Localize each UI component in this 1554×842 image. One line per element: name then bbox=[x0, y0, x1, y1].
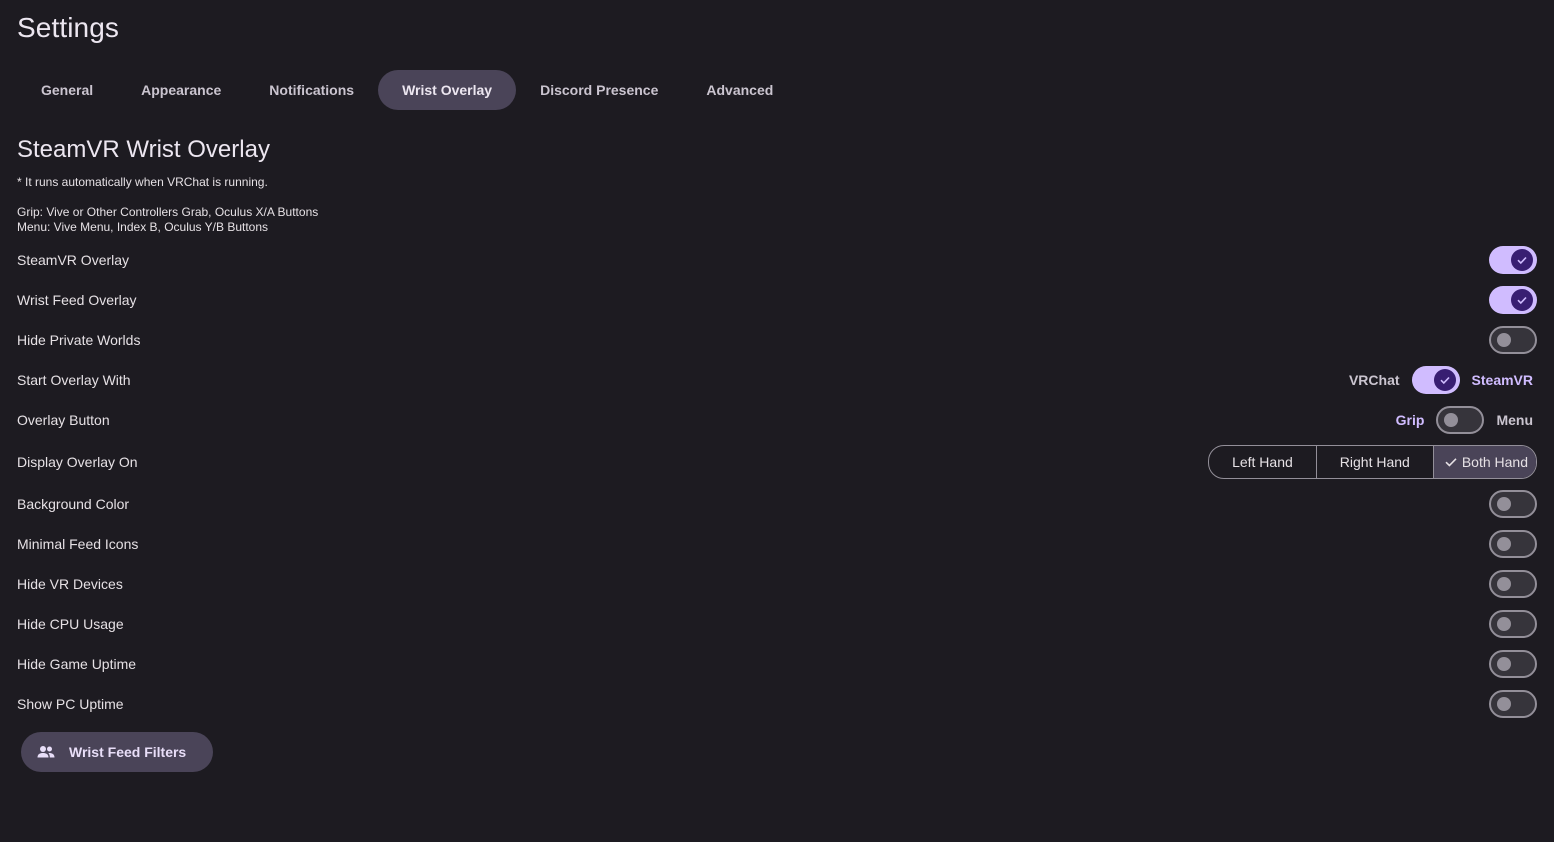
toggle-knob bbox=[1497, 617, 1511, 631]
toggle-knob bbox=[1511, 249, 1533, 271]
option-menu-label: Menu bbox=[1496, 412, 1533, 428]
setting-label: Display Overlay On bbox=[17, 454, 138, 470]
settings-tabs: General Appearance Notifications Wrist O… bbox=[17, 70, 797, 110]
background-color-toggle[interactable] bbox=[1489, 490, 1537, 518]
option-label: Left Hand bbox=[1232, 454, 1293, 470]
setting-row-hide-cpu-usage: Hide CPU Usage bbox=[17, 604, 1537, 644]
check-icon bbox=[1517, 256, 1527, 265]
hide-cpu-usage-toggle[interactable] bbox=[1489, 610, 1537, 638]
show-pc-uptime-toggle[interactable] bbox=[1489, 690, 1537, 718]
setting-label: Background Color bbox=[17, 496, 130, 512]
start-overlay-controls: VRChat SteamVR bbox=[1349, 366, 1537, 394]
setting-row-steamvr-overlay: SteamVR Overlay bbox=[17, 240, 1537, 280]
setting-row-start-overlay-with: Start Overlay With VRChat SteamVR bbox=[17, 360, 1537, 400]
tab-wrist-overlay[interactable]: Wrist Overlay bbox=[378, 70, 517, 110]
toggle-knob bbox=[1497, 333, 1511, 347]
setting-label: Show PC Uptime bbox=[17, 696, 124, 712]
toggle-knob bbox=[1511, 289, 1533, 311]
setting-label: Overlay Button bbox=[17, 412, 110, 428]
option-vrchat-label: VRChat bbox=[1348, 372, 1400, 388]
hide-private-worlds-toggle[interactable] bbox=[1489, 326, 1537, 354]
setting-label: Hide Game Uptime bbox=[17, 656, 137, 672]
tab-general[interactable]: General bbox=[17, 70, 117, 110]
settings-page: Settings General Appearance Notification… bbox=[0, 0, 1554, 842]
hide-game-uptime-toggle[interactable] bbox=[1489, 650, 1537, 678]
wrist-feed-filters-button[interactable]: Wrist Feed Filters bbox=[21, 732, 213, 772]
wrist-feed-overlay-toggle[interactable] bbox=[1489, 286, 1537, 314]
setting-row-hide-game-uptime: Hide Game Uptime bbox=[17, 644, 1537, 684]
setting-label: Hide CPU Usage bbox=[17, 616, 124, 632]
option-steamvr-label: SteamVR bbox=[1471, 372, 1533, 388]
setting-label: Hide VR Devices bbox=[17, 576, 123, 592]
setting-label: SteamVR Overlay bbox=[17, 252, 130, 268]
check-icon bbox=[1439, 376, 1450, 385]
option-label: Both Hand bbox=[1461, 454, 1528, 470]
wrist-feed-filters-label: Wrist Feed Filters bbox=[69, 744, 187, 760]
overlay-button-controls: Grip Menu bbox=[1396, 406, 1537, 434]
setting-row-show-pc-uptime: Show PC Uptime bbox=[17, 684, 1537, 724]
minimal-feed-icons-toggle[interactable] bbox=[1489, 530, 1537, 558]
both-hand-option[interactable]: Both Hand bbox=[1433, 446, 1536, 478]
menu-info: Menu: Vive Menu, Index B, Oculus Y/B But… bbox=[17, 220, 269, 234]
toggle-knob bbox=[1497, 497, 1511, 511]
overlay-button-toggle[interactable] bbox=[1436, 406, 1485, 434]
setting-row-overlay-button: Overlay Button Grip Menu bbox=[17, 400, 1537, 440]
setting-label: Minimal Feed Icons bbox=[17, 536, 139, 552]
tab-notifications[interactable]: Notifications bbox=[245, 70, 378, 110]
setting-label: Start Overlay With bbox=[17, 372, 131, 388]
people-icon bbox=[37, 746, 55, 758]
tab-appearance[interactable]: Appearance bbox=[117, 70, 245, 110]
toggle-knob bbox=[1497, 537, 1511, 551]
option-grip-label: Grip bbox=[1395, 412, 1425, 428]
setting-label: Hide Private Worlds bbox=[17, 332, 141, 348]
setting-row-hide-vr-devices: Hide VR Devices bbox=[17, 564, 1537, 604]
setting-row-minimal-feed-icons: Minimal Feed Icons bbox=[17, 524, 1537, 564]
check-icon bbox=[1445, 458, 1457, 467]
hide-vr-devices-toggle[interactable] bbox=[1489, 570, 1537, 598]
toggle-knob bbox=[1497, 577, 1511, 591]
toggle-knob bbox=[1497, 657, 1511, 671]
tab-discord-presence[interactable]: Discord Presence bbox=[516, 70, 682, 110]
left-hand-option[interactable]: Left Hand bbox=[1209, 446, 1317, 478]
right-hand-option[interactable]: Right Hand bbox=[1317, 446, 1434, 478]
setting-row-background-color: Background Color bbox=[17, 484, 1537, 524]
steamvr-overlay-toggle[interactable] bbox=[1489, 246, 1537, 274]
toggle-knob bbox=[1433, 369, 1456, 391]
grip-info: Grip: Vive or Other Controllers Grab, Oc… bbox=[17, 205, 319, 219]
page-title: Settings bbox=[17, 12, 119, 43]
start-overlay-with-toggle[interactable] bbox=[1411, 366, 1460, 394]
check-icon bbox=[1517, 296, 1527, 305]
tab-advanced[interactable]: Advanced bbox=[682, 70, 797, 110]
hand-segmented-control: Left Hand Right Hand Both Hand bbox=[1208, 445, 1537, 479]
auto-run-note: * It runs automatically when VRChat is r… bbox=[17, 175, 268, 189]
setting-row-hide-private-worlds: Hide Private Worlds bbox=[17, 320, 1537, 360]
section-title: SteamVR Wrist Overlay bbox=[17, 136, 270, 163]
toggle-knob bbox=[1497, 697, 1511, 711]
option-label: Right Hand bbox=[1339, 454, 1410, 470]
setting-row-wrist-feed-overlay: Wrist Feed Overlay bbox=[17, 280, 1537, 320]
toggle-knob bbox=[1444, 413, 1459, 427]
setting-label: Wrist Feed Overlay bbox=[17, 292, 137, 308]
setting-row-display-overlay-on: Display Overlay On Left Hand Right Hand … bbox=[17, 442, 1537, 482]
